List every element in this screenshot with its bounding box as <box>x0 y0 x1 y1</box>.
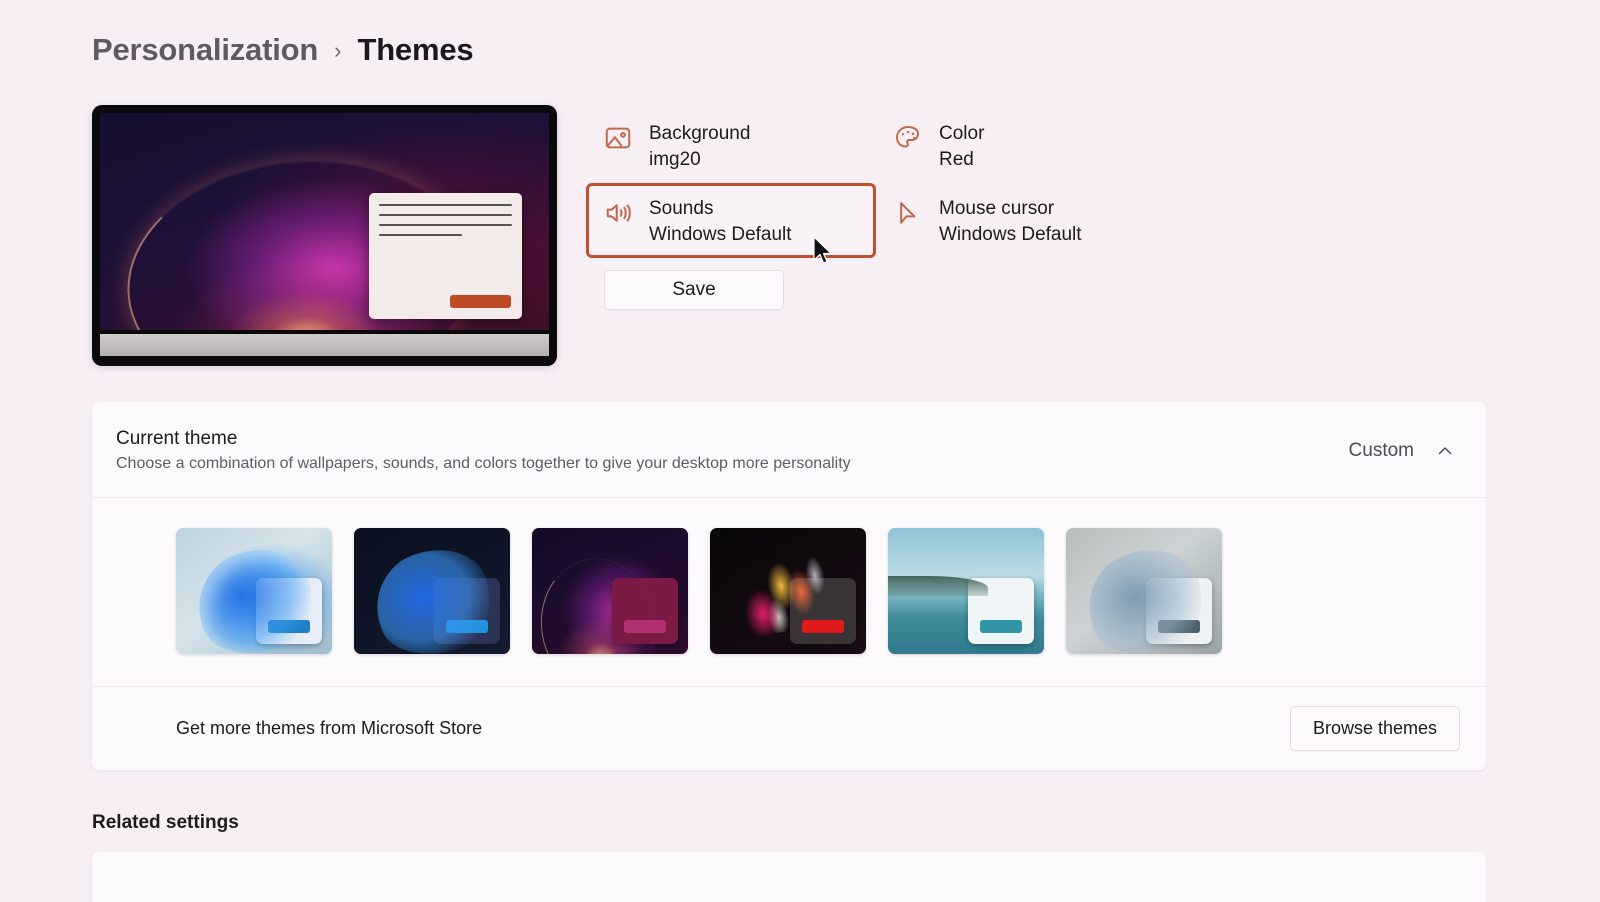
theme-thumbnail-windows-dark[interactable] <box>354 528 510 654</box>
theme-thumbnail-flow[interactable] <box>710 528 866 654</box>
thumbnail-window-preview <box>1146 578 1212 644</box>
thumbnail-window-preview <box>612 578 678 644</box>
theme-thumbnail-sunrise[interactable] <box>888 528 1044 654</box>
thumbnail-window-preview <box>790 578 856 644</box>
theme-option-mouse-cursor[interactable]: Mouse cursor Windows Default <box>876 183 1166 258</box>
chevron-up-icon[interactable] <box>1436 442 1454 460</box>
current-theme-header[interactable]: Current theme Choose a combination of wa… <box>92 402 1486 498</box>
palette-icon <box>895 125 920 148</box>
preview-accent-button <box>450 295 512 309</box>
thumbnail-window-preview <box>434 578 500 644</box>
theme-thumbnail-captured-motion[interactable] <box>1066 528 1222 654</box>
thumbnail-accent <box>802 620 844 633</box>
save-button[interactable]: Save <box>604 270 784 310</box>
chevron-right-icon: › <box>334 38 342 63</box>
theme-thumbnail-glow[interactable] <box>532 528 688 654</box>
current-theme-value: Custom <box>1348 439 1414 461</box>
thumbnail-window-preview <box>256 578 322 644</box>
cursor-icon <box>900 202 916 224</box>
thumbnail-window-preview <box>968 578 1034 644</box>
thumbnail-accent <box>446 620 488 633</box>
speaker-icon <box>606 204 631 222</box>
theme-option-background[interactable]: Background img20 <box>586 108 876 183</box>
related-settings-heading: Related settings <box>92 812 239 833</box>
theme-preview <box>92 105 557 366</box>
thumbnail-accent <box>1158 620 1200 633</box>
thumbnail-accent <box>268 620 310 633</box>
theme-option-title: Mouse cursor <box>939 198 1055 219</box>
preview-line <box>379 214 513 217</box>
current-theme-card: Current theme Choose a combination of wa… <box>92 402 1486 770</box>
theme-option-title: Background <box>649 123 751 144</box>
thumbnail-accent <box>624 620 666 633</box>
theme-thumbnail-windows-light[interactable] <box>176 528 332 654</box>
browse-themes-button[interactable]: Browse themes <box>1289 706 1460 751</box>
theme-option-value: Red <box>939 149 974 171</box>
theme-thumbnail-list <box>92 498 1486 687</box>
image-icon <box>605 127 631 149</box>
store-row: Get more themes from Microsoft Store Bro… <box>92 687 1486 770</box>
current-theme-subtitle: Choose a combination of wallpapers, soun… <box>116 455 851 472</box>
theme-option-title: Color <box>939 123 985 144</box>
related-settings-card[interactable] <box>92 852 1486 902</box>
store-row-label: Get more themes from Microsoft Store <box>176 718 483 738</box>
theme-option-sounds[interactable]: Sounds Windows Default <box>586 183 876 258</box>
theme-option-value: Windows Default <box>939 224 1082 246</box>
preview-line <box>379 234 462 237</box>
theme-option-title: Sounds <box>649 198 714 219</box>
thumbnail-accent <box>980 620 1022 633</box>
preview-window-card <box>369 193 523 320</box>
theme-option-value: Windows Default <box>649 224 792 246</box>
theme-option-color[interactable]: Color Red <box>876 108 1166 183</box>
current-theme-title: Current theme <box>116 428 238 449</box>
theme-option-value: img20 <box>649 149 701 171</box>
preview-wallpaper <box>100 113 549 330</box>
preview-taskbar <box>100 334 549 356</box>
breadcrumb-parent-link[interactable]: Personalization <box>92 32 318 68</box>
preview-line <box>379 224 513 227</box>
page-title: Themes <box>357 32 474 67</box>
breadcrumb: Personalization › Themes <box>92 32 474 68</box>
preview-line <box>379 204 513 207</box>
theme-options-panel: Background img20 Color Red Sounds Window… <box>586 108 1166 310</box>
